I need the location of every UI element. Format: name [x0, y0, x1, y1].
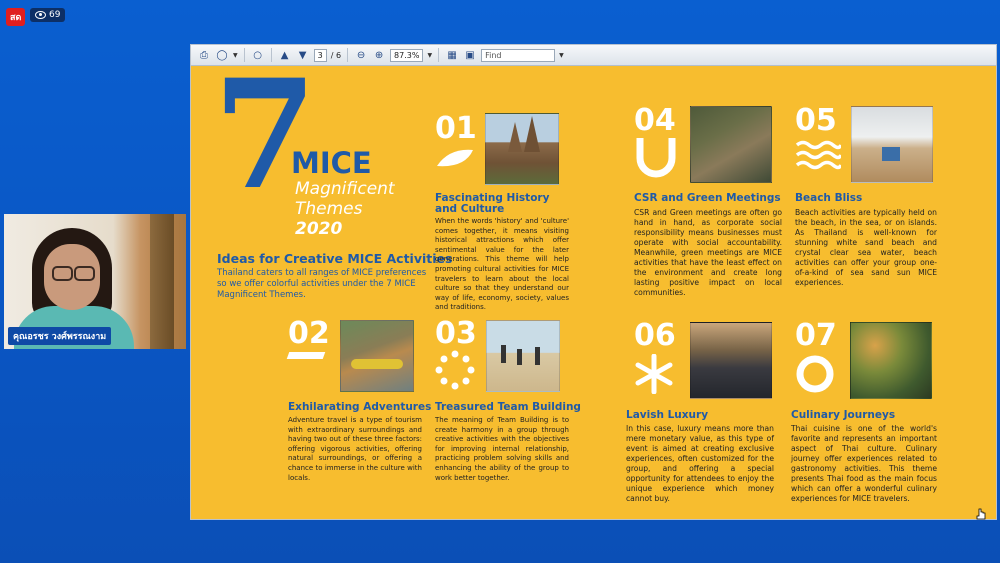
theme-body: Thai cuisine is one of the world's favor…	[791, 424, 937, 503]
theme-title: CSR and Green Meetings	[634, 192, 781, 204]
page-number-input[interactable]: 3	[313, 48, 327, 62]
arrow-up-icon[interactable]: ▲	[278, 48, 292, 62]
zoom-in-icon[interactable]: ⊕	[372, 48, 386, 62]
ring-icon	[796, 355, 834, 393]
pdf-viewer: ⎙ ◯ ▼ ○ ▲ ▼ 3 / 6 ⊖ ⊕ 87.3% ▼ ▦ ▣ Find ▼…	[190, 44, 997, 520]
theme-title: Fascinating History and Culture	[435, 192, 550, 215]
save-icon[interactable]: ◯	[215, 48, 229, 62]
theme-body: In this case, luxury means more than mer…	[626, 424, 774, 503]
theme-title: Culinary Journeys	[791, 409, 896, 421]
theme-body: When the words 'history' and 'culture' c…	[435, 217, 569, 312]
fit-page-icon[interactable]: ▦	[445, 48, 459, 62]
globe-icon[interactable]: ○	[251, 48, 265, 62]
theme-number: 01	[435, 111, 477, 146]
zoom-out-icon[interactable]: ⊖	[354, 48, 368, 62]
stripe-icon	[286, 352, 326, 359]
team-photo	[486, 320, 560, 392]
fit-width-icon[interactable]: ▣	[463, 48, 477, 62]
live-badge: สด	[6, 8, 26, 26]
title-year: 2020	[295, 219, 343, 239]
theme-number: 06	[634, 318, 676, 353]
print-icon[interactable]: ⎙	[197, 48, 211, 62]
chevron-down-icon[interactable]: ▼	[427, 52, 432, 59]
theme-title: Beach Bliss	[795, 192, 863, 204]
viewer-count-badge: 69	[30, 8, 66, 22]
webcam-video: คุณอรชร วงศ์พรรณงาม	[4, 214, 186, 349]
luxury-dinner-photo	[690, 322, 772, 399]
theme-body: CSR and Green meetings are often go hand…	[634, 208, 782, 297]
thai-food-photo	[850, 322, 932, 399]
eye-icon	[35, 11, 46, 19]
page-total: / 6	[330, 50, 342, 60]
theme-number: 07	[795, 318, 837, 353]
chevron-down-icon[interactable]: ▼	[559, 52, 564, 59]
ideas-heading: Ideas for Creative MICE Activities	[217, 251, 453, 266]
circle-dots-icon	[435, 350, 475, 390]
theme-number: 04	[634, 103, 676, 138]
waves-icon	[795, 140, 841, 170]
theme-number: 03	[435, 316, 477, 351]
theme-title: Treasured Team Building	[435, 401, 581, 413]
beach-photo	[851, 106, 933, 183]
speaker-name: คุณอรชร วงศ์พรรณงาม	[8, 327, 112, 345]
theme-title: Exhilarating Adventures	[288, 401, 432, 413]
title-themes: Themes	[295, 199, 363, 219]
viewer-count: 69	[49, 10, 61, 20]
arrow-down-icon[interactable]: ▼	[296, 48, 310, 62]
theme-body: The meaning of Team Building is to creat…	[435, 416, 569, 482]
viewer-toolbar: ⎙ ◯ ▼ ○ ▲ ▼ 3 / 6 ⊖ ⊕ 87.3% ▼ ▦ ▣ Find ▼	[191, 45, 996, 66]
theme-number: 02	[288, 316, 330, 351]
find-input[interactable]: Find	[481, 48, 556, 62]
u-shape-icon	[636, 138, 676, 178]
asterisk-icon	[635, 354, 673, 394]
theme-number: 05	[795, 103, 837, 138]
title-mice: MICE	[291, 146, 372, 180]
subtitle: Thailand caters to all ranges of MICE pr…	[217, 268, 427, 300]
theme-body: Adventure travel is a type of tourism wi…	[288, 416, 422, 482]
chevron-down-icon[interactable]: ▼	[233, 52, 238, 59]
title-magnificent: Magnificent	[295, 179, 395, 199]
theme-title: Lavish Luxury	[626, 409, 709, 421]
zoom-select[interactable]: 87.3%	[390, 48, 424, 62]
document-page: 7 MICE Magnificent Themes 2020 Ideas for…	[191, 66, 996, 519]
csr-photo	[690, 106, 772, 183]
rafting-photo	[340, 320, 414, 392]
leaf-icon	[437, 149, 473, 167]
temple-photo	[485, 113, 559, 185]
hand-cursor-icon	[976, 508, 986, 520]
theme-body: Beach activities are typically held on t…	[795, 208, 937, 287]
